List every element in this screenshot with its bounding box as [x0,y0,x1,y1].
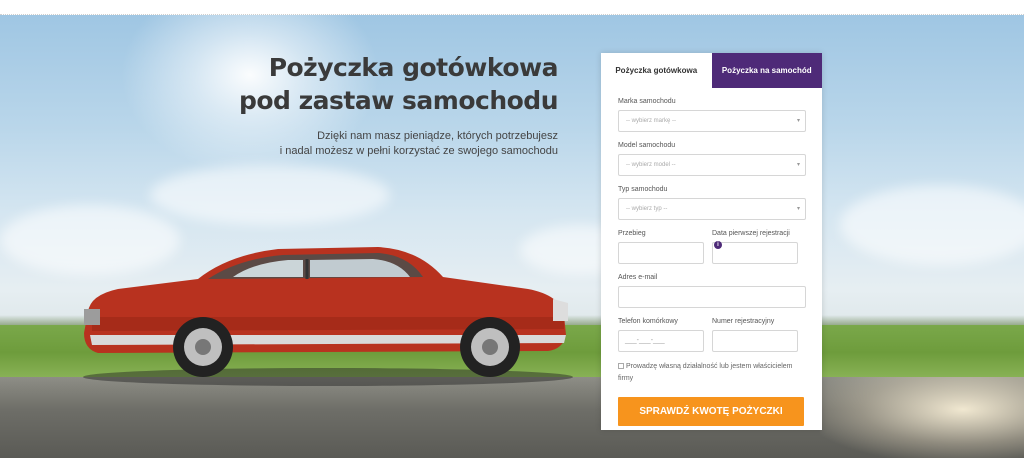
loan-form: Pożyczka gotówkowa Pożyczka na samochód … [601,53,822,430]
model-label: Model samochodu [618,142,676,149]
mileage-input[interactable] [618,242,704,264]
type-select[interactable]: -- wybierz typ -- ▾ [618,198,806,220]
hero-subtitle-line2: i nadal możesz w pełni korzystać ze swoj… [279,145,558,157]
bottom-strip [0,458,1024,466]
hero-title-line1: Pożyczka gotówkowa [268,53,559,82]
registration-number-label: Numer rejestracyjny [712,318,775,325]
phone-input[interactable]: ___-___-___ [618,330,704,352]
type-select-value: -- wybierz typ -- [626,206,668,212]
chevron-down-icon: ▾ [796,162,800,168]
business-checkbox[interactable] [618,363,624,370]
email-input[interactable] [618,286,806,308]
tab-cash-loan[interactable]: Pożyczka gotówkowa [601,53,712,88]
road-glow [820,377,1024,458]
type-label: Typ samochodu [618,186,668,193]
hero-banner: Pożyczka gotówkowa pod zastaw samochodu … [0,15,1024,458]
phone-label: Telefon komórkowy [618,318,678,325]
first-registration-label: Data pierwszej rejestracji i [712,228,798,250]
make-select[interactable]: -- wybierz markę -- ▾ [618,110,806,132]
make-label: Marka samochodu [618,98,676,105]
tab-car-loan[interactable]: Pożyczka na samochód [711,53,822,88]
chevron-down-icon: ▾ [796,118,800,124]
mileage-label: Przebieg [618,230,646,237]
model-select-value: -- wybierz model -- [626,162,676,168]
first-registration-input[interactable] [712,242,798,264]
model-select[interactable]: -- wybierz model -- ▾ [618,154,806,176]
info-icon[interactable]: i [714,241,722,250]
red-car-image [83,247,573,386]
business-checkbox-label-line2: firmy [618,375,634,382]
first-registration-label-text: Data pierwszej rejestracji [712,230,790,237]
chevron-down-icon: ▾ [796,206,800,212]
hero-headline: Pożyczka gotówkowa pod zastaw samochodu … [238,51,559,159]
form-tabs: Pożyczka gotówkowa Pożyczka na samochód [601,53,822,88]
business-checkbox-label-line1: Prowadzę własną działalność lub jestem w… [626,363,793,370]
hero-subtitle-line1: Dzięki nam masz pieniądze, których potrz… [317,130,558,142]
cloud [840,185,1024,265]
hero-title-line2: pod zastaw samochodu [238,86,559,115]
check-loan-amount-button[interactable]: SPRAWDŹ KWOTĘ POŻYCZKI [618,397,804,426]
cloud [150,165,390,225]
make-select-value: -- wybierz markę -- [626,118,677,124]
email-label: Adres e-mail [618,274,658,281]
top-strip [0,0,1024,15]
business-checkbox-row: Prowadzę własną działalność lub jestem w… [618,361,806,385]
registration-number-input[interactable] [712,330,798,352]
